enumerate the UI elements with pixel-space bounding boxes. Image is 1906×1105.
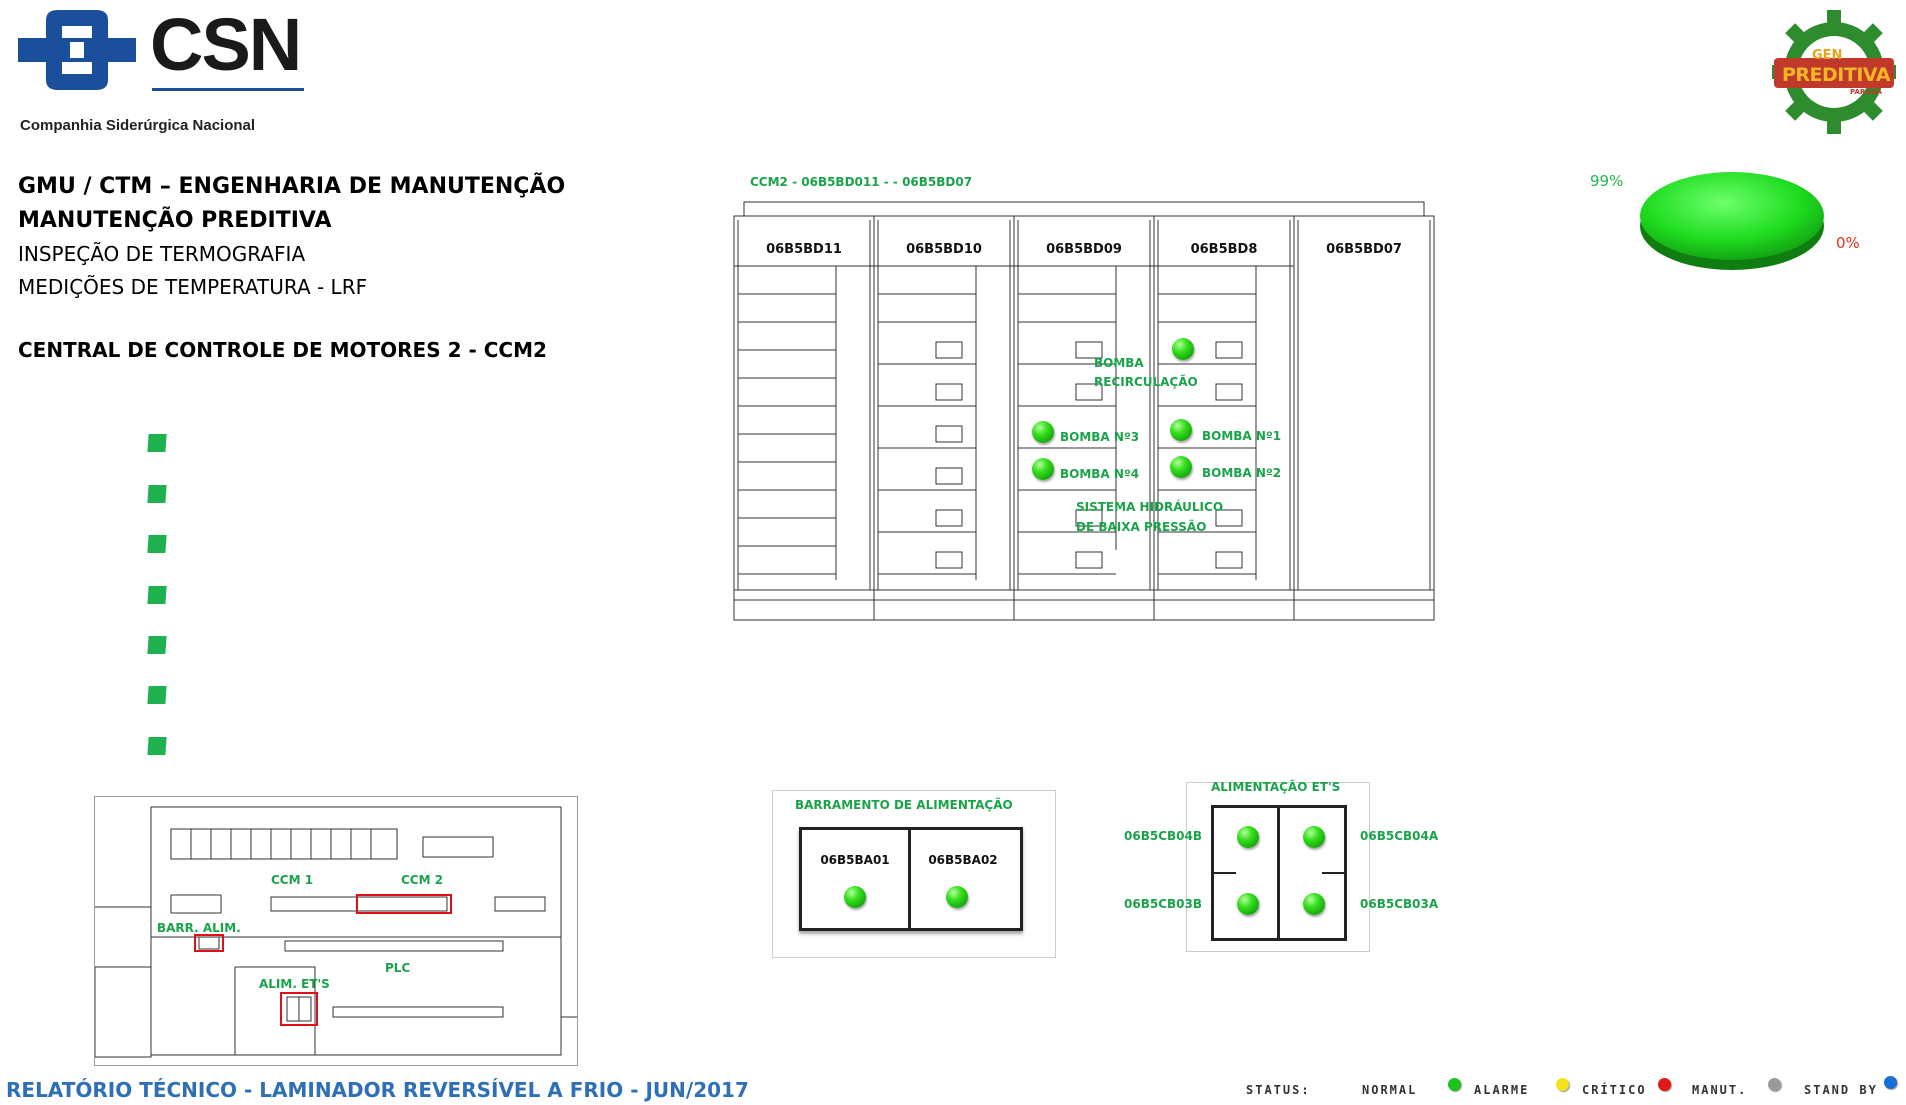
- cabinet-column-label: 06B5BD09: [1046, 242, 1122, 257]
- pie-ellipse: [1640, 172, 1824, 270]
- status-normal-dot[interactable]: [1170, 456, 1192, 478]
- sistema-label-2: DE BAIXA PRESSÃO: [1076, 520, 1207, 534]
- bullet-square: [147, 586, 167, 604]
- alimentacao-title: ALIMENTAÇÃO ET'S: [1211, 780, 1341, 794]
- status-label: STATUS:: [1246, 1083, 1311, 1097]
- status-normal-dot[interactable]: [1237, 826, 1259, 848]
- status-normal-dot[interactable]: [1237, 893, 1259, 915]
- barramento-divider: [908, 830, 911, 928]
- barramento-panel: BARRAMENTO DE ALIMENTAÇÃO 06B5BA01 06B5B…: [772, 790, 1056, 958]
- alim-label-tl: 06B5CB04B: [1124, 829, 1202, 843]
- status-pie-chart: 99% 0%: [1590, 160, 1860, 280]
- status-normal-dot[interactable]: [1032, 421, 1054, 443]
- bomba-recirc-label-2: RECIRCULAÇÃO: [1094, 375, 1198, 389]
- barramento-title: BARRAMENTO DE ALIMENTAÇÃO: [795, 798, 1013, 812]
- status-normal-dot[interactable]: [844, 886, 866, 908]
- alimentacao-tick: [1214, 872, 1236, 874]
- section-title: CENTRAL DE CONTROLE DE MOTORES 2 - CCM2: [18, 338, 547, 362]
- floor-plan: CCM 1 CCM 2 BARR. ALIM. PLC ALIM. ET'S: [94, 796, 578, 1066]
- bomba1-label: BOMBA Nº1: [1202, 429, 1282, 443]
- pie-label-other: 0%: [1836, 234, 1860, 252]
- bullet-square: [147, 485, 167, 503]
- cabinet-column-label: 06B5BD8: [1190, 242, 1258, 257]
- csn-underline: [152, 88, 304, 91]
- bullet-square: [147, 434, 167, 452]
- legend-critico-dot: [1658, 1078, 1671, 1091]
- legend-critico-label: CRÍTICO: [1582, 1083, 1647, 1097]
- bullet-square: [147, 737, 167, 755]
- floorplan-ccm2: CCM 2: [401, 873, 444, 887]
- company-name: Companhia Siderúrgica Nacional: [20, 117, 256, 134]
- csn-logo-text: CSN: [150, 3, 302, 86]
- status-normal-dot[interactable]: [1303, 826, 1325, 848]
- floorplan-ccm1: CCM 1: [271, 873, 314, 887]
- bomba3-label: BOMBA Nº3: [1060, 430, 1140, 444]
- title-gmu: GMU / CTM – ENGENHARIA DE MANUTENÇÃO: [18, 174, 566, 199]
- alimentacao-divider: [1277, 808, 1280, 938]
- bullet-square: [147, 636, 167, 654]
- bullet-square: [147, 535, 167, 553]
- floorplan-plc: PLC: [385, 961, 411, 975]
- status-normal-dot[interactable]: [946, 886, 968, 908]
- legend-normal-dot: [1448, 1078, 1461, 1091]
- ccm2-title: CCM2 - 06B5BD011 - - 06B5BD07: [750, 175, 973, 189]
- status-normal-dot[interactable]: [1032, 458, 1054, 480]
- csn-emblem-icon: [18, 10, 136, 90]
- bomba-recirc-label-1: BOMBA: [1094, 356, 1144, 370]
- cabinet-column-label: 06B5BD07: [1326, 242, 1402, 257]
- alimentacao-tick: [1322, 872, 1344, 874]
- alim-label-tr: 06B5CB04A: [1360, 829, 1439, 843]
- cabinet-drawing: [733, 201, 1435, 621]
- legend-manut-label: MANUT.: [1692, 1083, 1748, 1097]
- parana-logo-text: PARANÁ: [1850, 88, 1882, 96]
- barramento-box: [799, 827, 1023, 931]
- title-medicoes: MEDIÇÕES DE TEMPERATURA - LRF: [18, 275, 368, 299]
- gen-preditiva-logo: GEN PREDITIVA PARANÁ: [1772, 8, 1896, 136]
- sistema-label-1: SISTEMA HIDRÁULICO: [1076, 500, 1224, 514]
- title-inspecao: INSPEÇÃO DE TERMOGRAFIA: [18, 242, 306, 266]
- alim-label-bl: 06B5CB03B: [1124, 897, 1202, 911]
- alim-label-br: 06B5CB03A: [1360, 897, 1439, 911]
- alimentacao-box: [1211, 805, 1347, 941]
- bomba2-label: BOMBA Nº2: [1202, 466, 1282, 480]
- barramento-right-label: 06B5BA02: [928, 853, 998, 867]
- legend-normal-label: NORMAL: [1362, 1083, 1418, 1097]
- bullet-square: [147, 686, 167, 704]
- bomba4-label: BOMBA Nº4: [1060, 467, 1140, 481]
- cabinet-column-label: 06B5BD10: [906, 242, 982, 257]
- ccm2-cabinet: 06B5BD11 06B5BD10 06B5BD09 06B5BD8 06B5B…: [732, 200, 1436, 622]
- legend-standby-label: STAND BY: [1804, 1083, 1878, 1097]
- report-title: RELATÓRIO TÉCNICO - LAMINADOR REVERSÍVEL…: [6, 1078, 749, 1102]
- legend-standby-dot: [1884, 1076, 1897, 1089]
- legend-manut-dot: [1768, 1078, 1781, 1091]
- pie-label-normal: 99%: [1590, 172, 1624, 190]
- status-normal-dot[interactable]: [1303, 893, 1325, 915]
- preditiva-logo-text: PREDITIVA: [1782, 64, 1891, 86]
- alimentacao-panel: ALIMENTAÇÃO ET'S: [1186, 780, 1370, 952]
- floorplan-alim: ALIM. ET'S: [259, 977, 330, 991]
- legend-alarme-dot: [1556, 1078, 1569, 1091]
- csn-logo: CSN: [18, 3, 308, 103]
- title-manutencao: MANUTENÇÃO PREDITIVA: [18, 208, 332, 233]
- barramento-left-label: 06B5BA01: [820, 853, 890, 867]
- status-normal-dot[interactable]: [1172, 338, 1194, 360]
- gen-logo-text: GEN: [1812, 48, 1843, 63]
- cabinet-column-label: 06B5BD11: [766, 242, 842, 257]
- floorplan-barr: BARR. ALIM.: [157, 921, 241, 935]
- legend-alarme-label: ALARME: [1474, 1083, 1530, 1097]
- status-normal-dot[interactable]: [1170, 419, 1192, 441]
